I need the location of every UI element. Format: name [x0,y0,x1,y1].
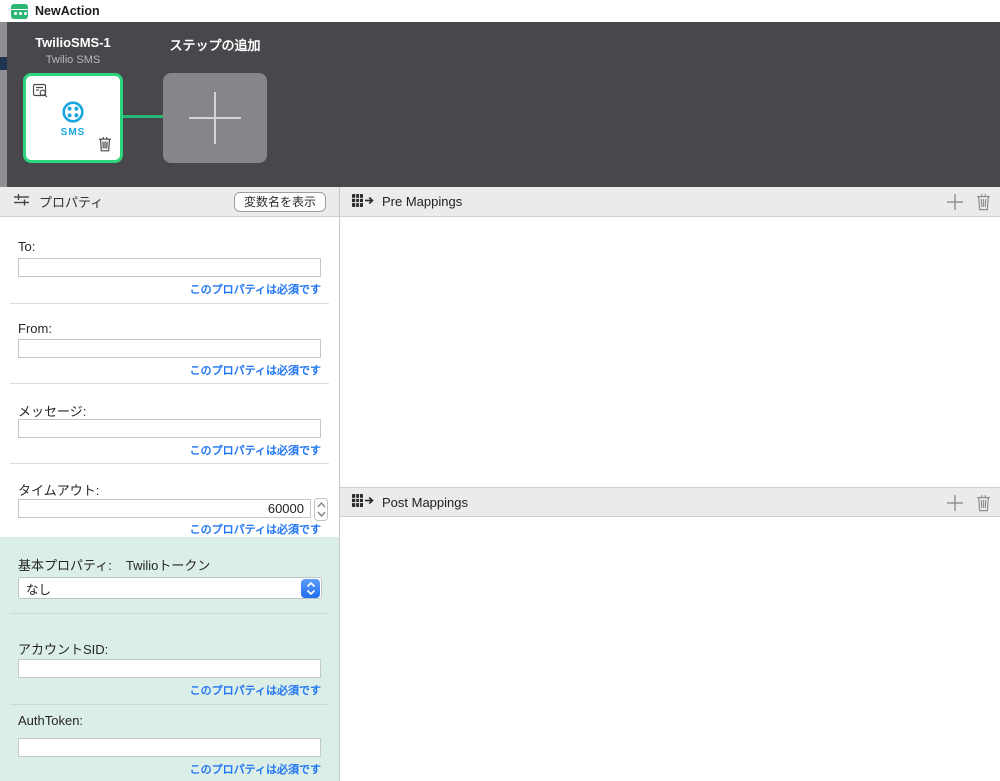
from-input[interactable] [18,339,321,358]
required-hint: このプロパティは必須です [18,442,321,458]
twilio-token-label: Twilioトークン [126,558,211,573]
basic-label: 基本プロパティ: [18,558,112,573]
mappings-panel: Pre Mappings [340,187,1000,781]
post-mappings-body [340,518,1000,781]
app-window: NewAction TwilioSMS-1 Twilio SMS ステップの追加 [0,0,1000,781]
to-input[interactable] [18,258,321,277]
pre-mappings-title: Pre Mappings [382,194,462,209]
required-hint: このプロパティは必須です [18,761,321,777]
field-label-to: To: [18,239,35,254]
add-step-button[interactable] [163,73,267,163]
mapping-table-arrow-icon [352,193,374,211]
field-separator [10,303,329,304]
main-area: プロパティ 変数名を表示 To: このプロパティは必須です From: このプロ… [0,187,1000,781]
inspect-document-icon[interactable] [32,82,49,102]
field-label-message: メッセージ: [18,401,86,420]
field-separator [10,704,329,705]
properties-header: プロパティ 変数名を表示 [0,187,339,217]
select-chevrons-icon[interactable] [301,579,320,598]
properties-panel: プロパティ 変数名を表示 To: このプロパティは必須です From: このプロ… [0,187,339,781]
workflow-step-node[interactable]: SMS [23,73,123,163]
app-icon [11,4,28,19]
select-value: なし [26,579,301,598]
delete-step-icon[interactable] [98,136,112,155]
required-hint: このプロパティは必須です [18,521,321,537]
workflow-canvas: TwilioSMS-1 Twilio SMS ステップの追加 [0,22,1000,187]
required-hint: このプロパティは必須です [18,281,321,297]
field-label-timeout: タイムアウト: [18,480,99,499]
mapping-table-arrow-icon [352,493,374,511]
post-mappings-header: Post Mappings [340,487,1000,517]
delete-post-mapping-button[interactable] [976,494,991,515]
pre-mappings-header: Pre Mappings [340,187,1000,217]
twilio-token-select[interactable]: なし [18,577,322,599]
add-pre-mapping-button[interactable] [946,193,964,214]
auth-token-input[interactable] [18,738,321,757]
sliders-icon [13,192,30,211]
step-connector-line [123,115,163,118]
step-title: TwilioSMS-1 [3,35,143,50]
delete-pre-mapping-button[interactable] [976,193,991,214]
add-step-label: ステップの追加 [145,35,285,54]
app-title: NewAction [35,4,100,18]
field-label-auth-token: AuthToken: [18,713,83,728]
field-label-account-sid: アカウントSID: [18,639,108,658]
post-mappings-title: Post Mappings [382,495,468,510]
add-post-mapping-button[interactable] [946,494,964,515]
titlebar: NewAction [0,0,1000,22]
plus-icon [189,117,241,119]
step-subtitle: Twilio SMS [3,54,143,66]
field-label-from: From: [18,321,52,336]
required-hint: このプロパティは必須です [18,682,321,698]
message-input[interactable] [18,419,321,438]
field-separator [10,383,329,384]
pre-mappings-body [340,218,1000,487]
basic-properties-label: 基本プロパティ: Twilioトークン [18,555,210,574]
timeout-input[interactable] [18,499,311,518]
show-variable-names-button[interactable]: 変数名を表示 [234,192,326,212]
field-separator [10,463,329,464]
required-hint: このプロパティは必須です [18,362,321,378]
twilio-logo-icon [61,100,85,127]
account-sid-input[interactable] [18,659,321,678]
properties-title: プロパティ [39,192,103,211]
field-separator [10,613,329,614]
timeout-stepper[interactable] [314,498,328,521]
